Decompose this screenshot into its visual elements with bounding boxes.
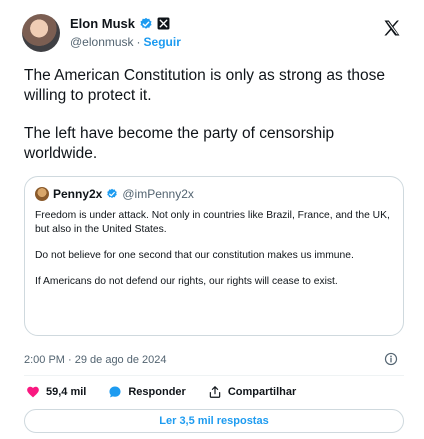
quoted-author-name: Penny2x [53,187,103,201]
quoted-author-handle: @imPenny2x [122,187,194,201]
x-affiliation-icon [157,17,170,30]
reply-bubble-icon [109,386,121,398]
follow-button[interactable]: Seguir [144,35,181,49]
tweet-text: The American Constitution is only as str… [24,66,409,164]
quoted-tweet-header: Penny2x @imPenny2x [35,187,194,201]
quoted-paragraph: Freedom is under attack. Not only in cou… [35,210,390,235]
quoted-author-avatar [35,187,49,201]
author-handle[interactable]: @elonmusk [70,35,134,49]
like-button[interactable]: 59,4 mil [26,385,86,399]
quoted-paragraph: Do not believe for one second that our c… [35,250,354,261]
handle-separator: · [136,35,141,49]
tweet-header: Elon Musk @elonmusk · Seguir [12,8,412,56]
tweet-timestamp[interactable]: 2:00 PM · 29 de ago de 2024 [24,354,167,366]
share-icon [209,386,221,398]
author-avatar[interactable] [22,14,60,52]
tweet-paragraph: The American Constitution is only as str… [24,67,385,104]
share-label: Compartilhar [227,386,297,398]
verified-badge-icon [140,17,152,29]
reply-button[interactable]: Responder [108,385,186,399]
reply-label: Responder [128,386,186,398]
share-button[interactable]: Compartilhar [208,385,296,399]
action-bar: 59,4 mil Responder Compartilhar [26,385,318,399]
like-count: 59,4 mil [46,386,87,398]
quoted-paragraph: If Americans do not defend our rights, o… [35,276,338,287]
author-name-row: Elon Musk [70,16,170,31]
quoted-tweet[interactable]: Penny2x @imPenny2x Freedom is under atta… [24,176,404,336]
quoted-tweet-text: Freedom is under attack. Not only in cou… [35,209,390,289]
tweet-paragraph: The left have become the party of censor… [24,125,335,162]
heart-icon [27,386,39,398]
author-handle-row: @elonmusk · Seguir [70,35,181,49]
x-logo-icon[interactable] [382,18,402,38]
verified-badge-icon [107,188,118,199]
read-replies-button[interactable]: Ler 3,5 mil respostas [24,409,404,433]
info-icon[interactable] [384,352,398,366]
author-name[interactable]: Elon Musk [70,16,135,31]
divider [24,375,404,376]
tweet-card: Elon Musk @elonmusk · Seguir The America… [12,8,412,433]
